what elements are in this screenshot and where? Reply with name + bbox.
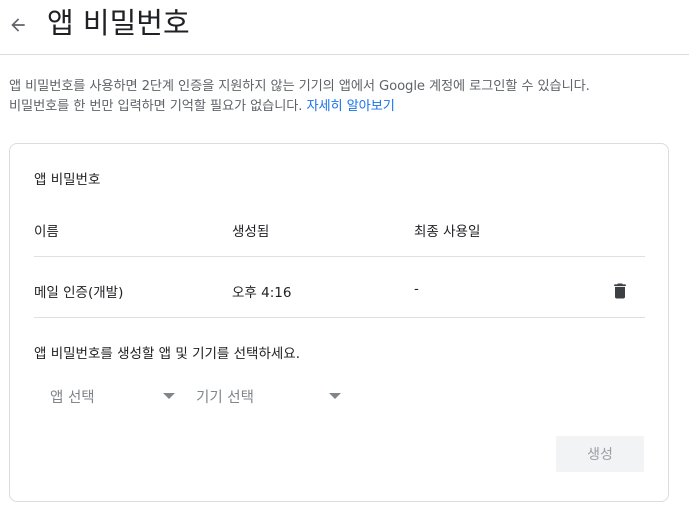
column-header-last-used: 최종 사용일 [414, 224, 481, 240]
learn-more-link[interactable]: 자세히 알아보기 [306, 99, 394, 114]
page-title: 앱 비밀번호 [47, 6, 190, 40]
row-last-used: - [414, 281, 419, 297]
row-name: 메일 인증(개발) [34, 285, 124, 301]
row-created: 오후 4:16 [232, 285, 292, 301]
generate-button[interactable]: 생성 [556, 436, 644, 472]
back-button[interactable] [4, 11, 32, 39]
device-select-dropdown[interactable]: 기기 선택 [188, 380, 348, 412]
delete-password-button[interactable] [608, 279, 632, 303]
column-header-name: 이름 [34, 224, 59, 240]
page-header: 앱 비밀번호 [0, 0, 689, 55]
device-select-label: 기기 선택 [196, 390, 254, 406]
trash-icon [614, 283, 626, 299]
select-instruction: 앱 비밀번호를 생성할 앱 및 기기를 선택하세요. [34, 346, 301, 362]
table-divider [34, 256, 645, 257]
page-description: 앱 비밀번호를 사용하면 2단계 인증을 지원하지 않는 기기의 앱에서 Goo… [9, 77, 684, 117]
app-select-label: 앱 선택 [50, 390, 95, 406]
card-title: 앱 비밀번호 [34, 172, 101, 188]
description-line-2: 비밀번호를 한 번만 입력하면 기억할 필요가 없습니다. 자세히 알아보기 [9, 97, 684, 117]
table-divider [34, 317, 645, 318]
description-line-1: 앱 비밀번호를 사용하면 2단계 인증을 지원하지 않는 기기의 앱에서 Goo… [9, 79, 590, 94]
column-header-created: 생성됨 [232, 224, 270, 240]
arrow-back-icon [11, 18, 25, 32]
app-passwords-card: 앱 비밀번호 이름 생성됨 최종 사용일 메일 인증(개발) 오후 4:16 -… [9, 143, 669, 502]
app-select-dropdown[interactable]: 앱 선택 [42, 380, 182, 412]
dropdown-caret-icon [329, 393, 341, 399]
dropdown-caret-icon [163, 393, 175, 399]
description-line-2-text: 비밀번호를 한 번만 입력하면 기억할 필요가 없습니다. [9, 99, 303, 114]
